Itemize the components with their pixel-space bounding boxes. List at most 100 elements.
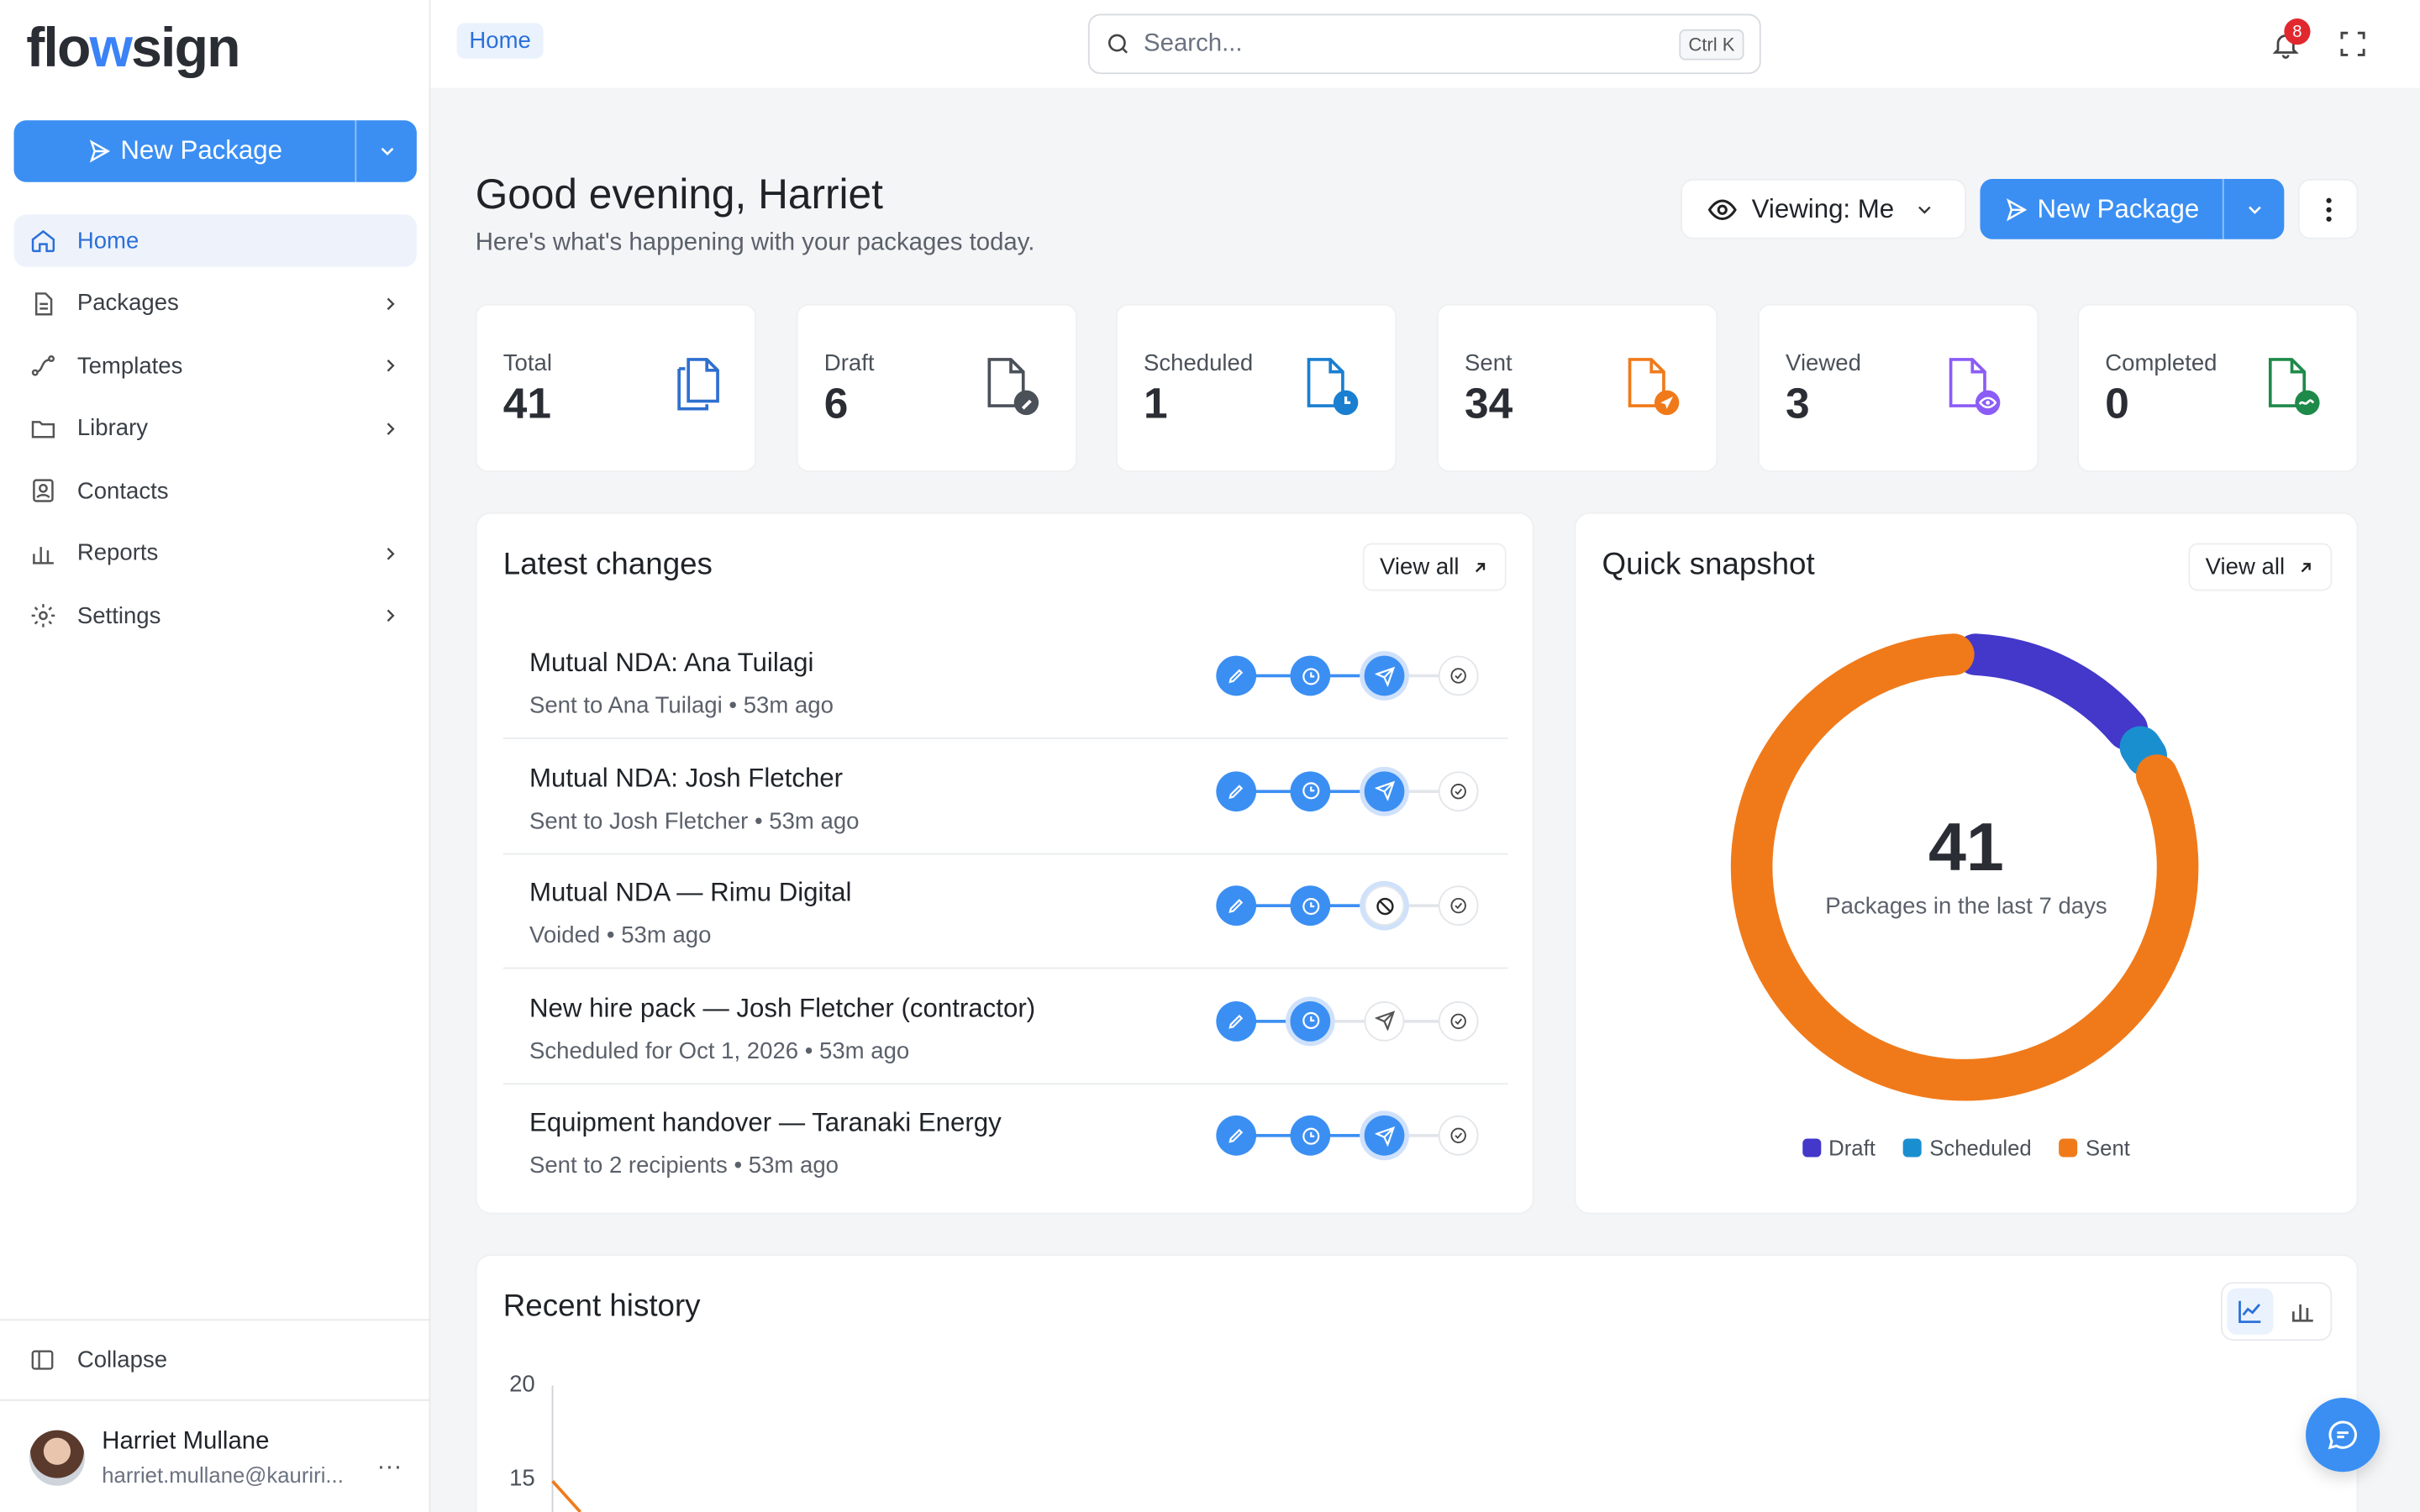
draft-step-pencil-icon — [1216, 885, 1257, 927]
stat-label: Total — [502, 349, 552, 377]
legend-item-scheduled[interactable]: Scheduled — [1902, 1135, 2032, 1161]
home-icon — [29, 227, 57, 255]
user-profile[interactable]: Harriet Mullane harriet.mullane@kauriri.… — [0, 1403, 430, 1512]
bar-chart-toggle[interactable] — [2280, 1289, 2326, 1335]
new-package-split-button: New Package — [13, 120, 417, 182]
more-options-button[interactable] — [2297, 179, 2359, 239]
donut-center: 41 Packages in the last 7 days — [1574, 810, 2358, 919]
donut-total: 41 — [1928, 810, 2004, 886]
fullscreen-button[interactable] — [2338, 29, 2368, 66]
draft-step-pencil-icon — [1216, 770, 1257, 811]
stat-label: Scheduled — [1143, 349, 1254, 377]
legend-item-sent[interactable]: Sent — [2059, 1135, 2130, 1161]
view-all-label: View all — [2205, 554, 2286, 580]
list-item[interactable]: Mutual NDA — Rimu Digital Voided • 53m a… — [502, 855, 1508, 969]
header-new-package-button[interactable]: New Package — [1980, 179, 2222, 239]
sidebar-nav: Home Packages Templates Library Contacts… — [13, 214, 417, 652]
collapse-button[interactable]: Collapse — [0, 1320, 431, 1401]
list-item[interactable]: Mutual NDA: Josh Fletcher Sent to Josh F… — [502, 740, 1508, 854]
scheduled-step-clock-icon — [1290, 770, 1331, 811]
scheduled-step-clock-icon — [1290, 885, 1331, 927]
latest-changes-title: Latest changes — [502, 548, 713, 582]
status-stepper — [1216, 997, 1481, 1043]
user-more-button[interactable]: ... — [377, 1449, 402, 1477]
sidebar-collapse-icon — [29, 1347, 55, 1373]
sidebar-item-packages[interactable]: Packages — [14, 277, 417, 329]
send-icon — [2007, 197, 2028, 221]
completed-step-check-icon — [1438, 1000, 1479, 1041]
latest-changes-view-all-button[interactable]: View all — [1362, 543, 1507, 591]
sidebar-item-reports[interactable]: Reports — [14, 527, 417, 579]
row-subtitle: Sent to Josh Fletcher • 53m ago — [529, 807, 860, 834]
row-title: New hire pack — Josh Fletcher (contracto… — [529, 992, 1036, 1022]
view-all-label: View all — [1380, 554, 1460, 580]
list-item[interactable]: Equipment handover — Taranaki Energy Sen… — [503, 1084, 1508, 1199]
chat-icon — [2328, 1420, 2357, 1450]
new-package-button[interactable]: New Package — [14, 120, 355, 181]
recent-history-plot — [551, 1385, 581, 1512]
list-item[interactable]: Mutual NDA: Ana Tuilagi Sent to Ana Tuil… — [502, 625, 1508, 739]
sidebar-item-settings[interactable]: Settings — [14, 590, 417, 642]
stat-card-total[interactable]: Total 41 — [475, 303, 756, 473]
chevron-down-icon — [2248, 205, 2260, 213]
sidebar-item-label: Settings — [76, 602, 161, 629]
stat-card-draft[interactable]: Draft 6 — [796, 303, 1078, 473]
document-icon — [29, 289, 57, 317]
arrow-up-right-icon — [2302, 562, 2312, 572]
line-chart-toggle[interactable] — [2227, 1288, 2274, 1335]
fullscreen-icon — [2340, 31, 2365, 56]
legend-swatch — [1802, 1138, 1821, 1158]
line-chart-icon — [2238, 1300, 2261, 1323]
send-icon — [89, 139, 111, 163]
chevron-right-icon — [380, 292, 402, 314]
chart-type-toggle — [2221, 1282, 2333, 1341]
search-shortcut: Ctrl K — [1679, 28, 1744, 60]
sidebar-item-label: Templates — [76, 352, 183, 379]
row-title: Mutual NDA: Josh Fletcher — [529, 763, 844, 793]
sidebar-item-home[interactable]: Home — [13, 214, 417, 267]
row-title: Mutual NDA — Rimu Digital — [529, 878, 852, 907]
sidebar-item-library[interactable]: Library — [14, 402, 417, 454]
stat-card-completed[interactable]: Completed 0 — [2077, 303, 2359, 473]
legend-label: Scheduled — [1929, 1135, 2032, 1161]
sidebar-item-templates[interactable]: Templates — [14, 339, 417, 391]
completed-step-check-icon — [1438, 885, 1479, 927]
status-stepper — [1216, 768, 1481, 814]
chevron-down-icon — [1918, 205, 1932, 213]
donut-slice-draft[interactable] — [1954, 633, 2149, 751]
scheduled-document-icon — [1304, 356, 1363, 428]
sidebar-footer: Collapse Harriet Mullane harriet.mullane… — [0, 1319, 431, 1488]
sent-step-send-icon — [1364, 655, 1405, 696]
donut-legend: Draft Scheduled Sent — [1574, 1136, 2358, 1160]
stat-card-sent[interactable]: Sent 34 — [1436, 303, 1718, 473]
new-package-dropdown-button[interactable] — [355, 120, 416, 182]
page-subtitle: Here's what's happening with your packag… — [475, 229, 1035, 256]
donut-slice-scheduled[interactable] — [2119, 726, 2167, 777]
new-package-label: New Package — [120, 135, 283, 165]
search-icon — [1107, 34, 1128, 54]
row-subtitle: Sent to 2 recipients • 53m ago — [529, 1152, 839, 1179]
snapshot-view-all-button[interactable]: View all — [2188, 543, 2333, 591]
sidebar: flowsign New Package Home Packages Templ… — [0, 0, 431, 1512]
stat-card-scheduled[interactable]: Scheduled 1 — [1115, 303, 1397, 473]
sidebar-item-label: Packages — [76, 290, 179, 317]
sidebar-item-label: Contacts — [76, 477, 169, 504]
list-item[interactable]: New hire pack — Josh Fletcher (contracto… — [502, 969, 1508, 1084]
status-stepper — [1216, 1112, 1481, 1158]
stat-card-viewed[interactable]: Viewed 3 — [1758, 303, 2039, 473]
search-input[interactable]: Search... Ctrl K — [1087, 13, 1761, 75]
viewing-filter-select[interactable]: Viewing: Me — [1681, 179, 1966, 239]
legend-swatch — [2059, 1138, 2078, 1158]
app-logo[interactable]: flowsign — [26, 15, 240, 80]
stat-value: 3 — [1786, 379, 1810, 428]
chat-button[interactable] — [2306, 1398, 2381, 1473]
legend-item-draft[interactable]: Draft — [1802, 1136, 1876, 1160]
breadcrumb[interactable]: Home — [456, 23, 544, 59]
header-new-package-dropdown-button[interactable] — [2222, 179, 2284, 239]
legend-label: Sent — [2086, 1135, 2130, 1161]
top-bar: Home Search... Ctrl K 8 — [430, 0, 2420, 88]
row-subtitle: Voided • 53m ago — [529, 922, 712, 949]
draft-step-pencil-icon — [1216, 655, 1257, 696]
sidebar-item-contacts[interactable]: Contacts — [14, 465, 417, 517]
arrow-up-right-icon — [1476, 562, 1486, 572]
